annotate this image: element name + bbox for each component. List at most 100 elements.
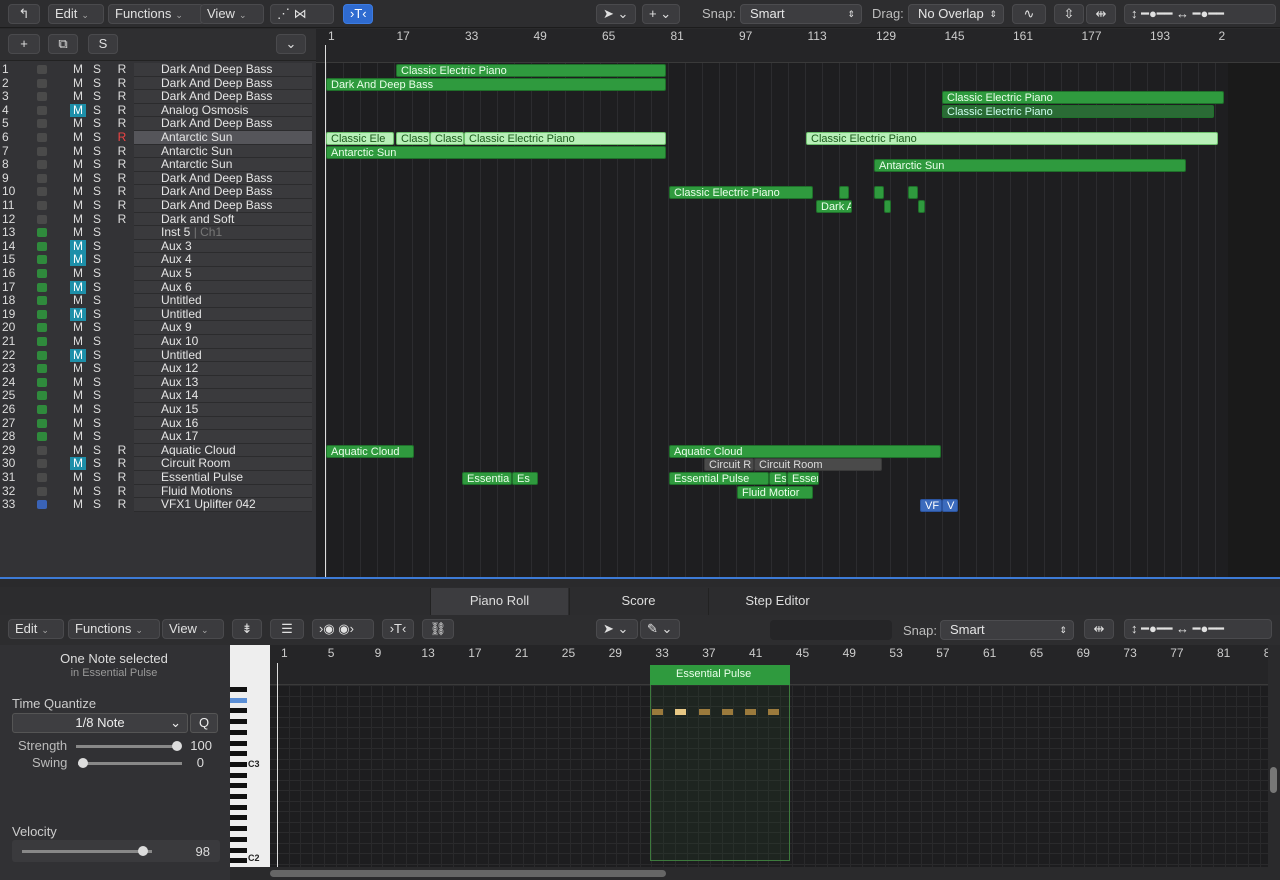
- region[interactable]: Classic Ele: [326, 132, 394, 145]
- solo-button[interactable]: S: [90, 212, 104, 226]
- track-row[interactable]: 28 M S Aux 17: [0, 430, 316, 444]
- link-icon[interactable]: ⛓: [422, 619, 454, 639]
- track-name[interactable]: Aquatic Cloud: [134, 443, 312, 458]
- solo-button[interactable]: S: [90, 144, 104, 158]
- solo-button[interactable]: S: [90, 103, 104, 117]
- track-row[interactable]: 12 M S R Dark and Soft: [0, 212, 316, 227]
- mute-button[interactable]: M: [70, 63, 86, 76]
- region[interactable]: Aquatic Cloud: [326, 444, 414, 458]
- region[interactable]: Dark A: [816, 200, 852, 213]
- mute-button[interactable]: M: [70, 307, 86, 321]
- mute-button[interactable]: M: [70, 362, 86, 375]
- region[interactable]: Class: [430, 132, 464, 145]
- mute-button[interactable]: M: [70, 443, 86, 457]
- record-button[interactable]: R: [117, 171, 127, 185]
- solo-button[interactable]: S: [90, 185, 104, 198]
- region[interactable]: Classic Electric Piano: [942, 91, 1224, 105]
- region[interactable]: Circuit Room: [754, 458, 882, 472]
- track-name[interactable]: Antarctic Sun: [134, 158, 312, 172]
- solo-button[interactable]: S: [90, 471, 104, 484]
- region-header[interactable]: Essential Pulse: [650, 665, 790, 685]
- mute-button[interactable]: M: [70, 131, 86, 144]
- track-name[interactable]: Aux 5: [134, 267, 312, 281]
- track-name[interactable]: Dark And Deep Bass: [134, 185, 312, 199]
- mute-button[interactable]: M: [70, 335, 86, 348]
- region[interactable]: Essential Pulse: [669, 472, 769, 485]
- track-name[interactable]: Dark And Deep Bass: [134, 117, 312, 131]
- solo-button[interactable]: S: [90, 76, 104, 90]
- strength-knob[interactable]: [172, 741, 182, 751]
- track-row[interactable]: 24 M S Aux 13: [0, 375, 316, 390]
- midi-note[interactable]: [722, 709, 733, 715]
- arrange-area[interactable]: 1 17 33 49 65 81 97 113 129 145 161 177 193 2 Classic…: [316, 29, 1280, 577]
- solo-button[interactable]: S: [90, 348, 104, 362]
- crosshair-tool-icon[interactable]: + ⌄: [642, 4, 680, 24]
- editor-playhead[interactable]: [277, 663, 278, 867]
- region[interactable]: Antarctic Sun: [874, 159, 1186, 173]
- strength-slider[interactable]: [76, 741, 182, 751]
- track-name[interactable]: Aux 3: [134, 239, 312, 254]
- mute-button[interactable]: M: [70, 117, 86, 130]
- track-row[interactable]: 2 M S R Dark And Deep Bass: [0, 76, 316, 91]
- editor-functions-menu[interactable]: Functions ⌄: [68, 619, 160, 639]
- track-name[interactable]: Aux 10: [134, 335, 312, 349]
- zoom-sliders[interactable]: ↕ ━●━━ ↔ ━●━━: [1124, 4, 1276, 24]
- record-button[interactable]: R: [117, 443, 127, 457]
- record-button[interactable]: R: [117, 63, 127, 76]
- solo-button[interactable]: S: [90, 226, 104, 239]
- black-key[interactable]: [230, 740, 247, 746]
- track-row[interactable]: 22 M S Untitled: [0, 348, 316, 363]
- black-key[interactable]: [230, 783, 247, 789]
- region[interactable]: [874, 186, 884, 200]
- track-name[interactable]: Circuit Room: [134, 457, 312, 471]
- midi-note[interactable]: [652, 709, 663, 715]
- time-quantize-select[interactable]: 1/8 Note ⌄: [12, 713, 188, 733]
- solo-button[interactable]: S: [90, 335, 104, 348]
- track-name[interactable]: Untitled: [134, 307, 312, 322]
- black-key[interactable]: [230, 719, 247, 725]
- region[interactable]: [839, 186, 849, 200]
- track-name[interactable]: Dark And Deep Bass: [134, 171, 312, 186]
- view-menu[interactable]: View ⌄: [200, 4, 264, 24]
- mute-button[interactable]: M: [70, 348, 86, 362]
- track-row[interactable]: 7 M S R Antarctic Sun: [0, 144, 316, 159]
- piano-roll-grid[interactable]: 1 5 9 13 17 21 25 29 33 37 41 45 49 53 57 61 65 69 73 77 81 8…: [270, 645, 1268, 867]
- black-key[interactable]: [230, 836, 247, 842]
- track-name[interactable]: Dark And Deep Bass: [134, 90, 312, 104]
- track-name[interactable]: Analog Osmosis: [134, 103, 312, 118]
- track-name[interactable]: Dark And Deep Bass: [134, 199, 312, 213]
- track-row[interactable]: 21 M S Aux 10: [0, 335, 316, 349]
- region[interactable]: [908, 186, 918, 200]
- black-key[interactable]: [230, 772, 247, 778]
- tab-piano-roll[interactable]: Piano Roll: [430, 588, 568, 615]
- track-name[interactable]: Aux 14: [134, 389, 312, 403]
- region[interactable]: Classic Electric Piano: [942, 104, 1214, 118]
- region[interactable]: Aquatic Cloud: [669, 444, 941, 458]
- region[interactable]: Classic Electric Piano: [396, 64, 666, 77]
- region[interactable]: Classic Electric Piano: [669, 186, 813, 200]
- solo-all-button[interactable]: S: [88, 34, 118, 54]
- pane-divider[interactable]: [0, 577, 1280, 587]
- track-name[interactable]: Dark and Soft: [134, 212, 312, 227]
- track-row[interactable]: 27 M S Aux 16: [0, 416, 316, 431]
- track-row[interactable]: 25 M S Aux 14: [0, 389, 316, 403]
- record-button[interactable]: R: [117, 484, 127, 498]
- midi-note[interactable]: [699, 709, 710, 715]
- region[interactable]: Esser: [787, 472, 819, 485]
- midi-in-icon[interactable]: ›◉ ◉›: [312, 619, 374, 639]
- record-button[interactable]: R: [117, 457, 127, 470]
- track-name[interactable]: Dark And Deep Bass: [134, 76, 312, 91]
- track-row[interactable]: 19 M S Untitled: [0, 307, 316, 322]
- mute-button[interactable]: M: [70, 430, 86, 443]
- track-row[interactable]: 20 M S Aux 9: [0, 321, 316, 335]
- region[interactable]: Dark And Deep Bass: [326, 77, 666, 91]
- edit-menu[interactable]: Edit ⌄: [48, 4, 104, 24]
- velocity-slider[interactable]: [22, 846, 152, 856]
- mute-button[interactable]: M: [70, 185, 86, 198]
- vertical-zoom-icon[interactable]: ⇳: [1054, 4, 1084, 24]
- track-row[interactable]: 14 M S Aux 3: [0, 239, 316, 254]
- track-name[interactable]: Antarctic Sun: [134, 131, 312, 145]
- mute-button[interactable]: M: [70, 253, 86, 267]
- track-row[interactable]: 23 M S Aux 12: [0, 362, 316, 376]
- region[interactable]: Fluid Motior: [737, 485, 813, 499]
